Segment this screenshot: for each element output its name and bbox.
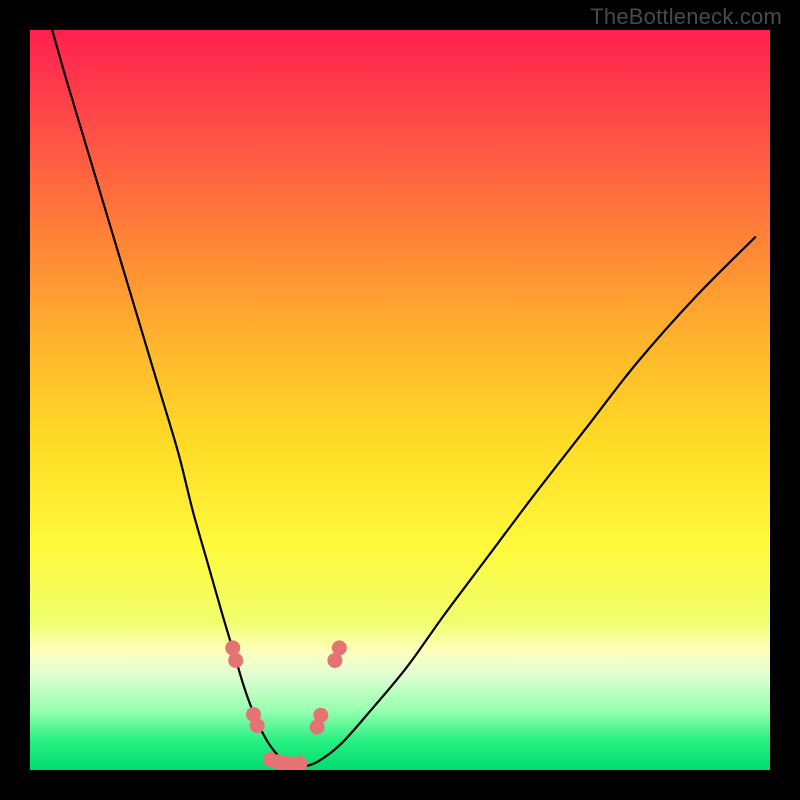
highlight-dot [250,718,265,733]
watermark-text: TheBottleneck.com [590,4,782,30]
highlight-dot [313,708,328,723]
plot-area [30,30,770,770]
chart-svg [30,30,770,770]
highlight-dot [225,640,240,655]
highlight-dot [228,653,243,668]
highlight-dots-group [225,640,347,770]
chart-frame: TheBottleneck.com [0,0,800,800]
bottleneck-curve-line [52,30,755,766]
highlight-dot [332,640,347,655]
